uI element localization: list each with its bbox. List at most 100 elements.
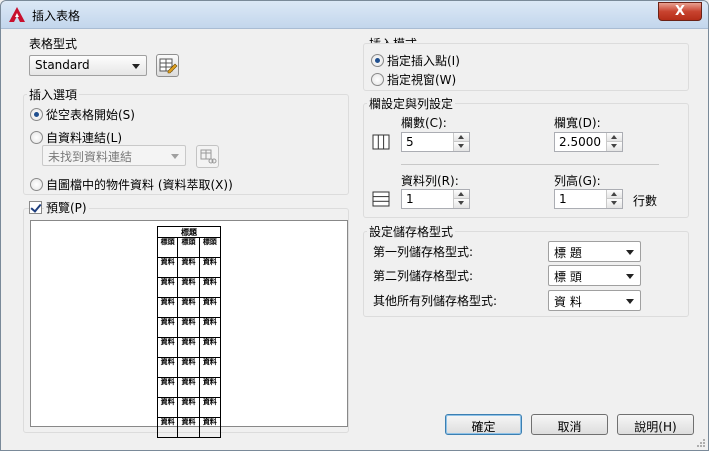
data-link-dropdown[interactable]: 未找到資料連結 <box>42 145 186 166</box>
specify-point-radio[interactable] <box>371 54 384 67</box>
close-button[interactable]: X <box>658 2 702 21</box>
preview-data-cell: 資料 <box>199 418 221 438</box>
chevron-down-icon <box>171 154 179 159</box>
second-row-style-label: 第二列儲存格型式: <box>373 269 474 283</box>
second-row-style-dropdown[interactable]: 標 頭 <box>548 265 641 286</box>
preview-table: 標題 標頭 標頭 標頭 資料 資料 資料 資料 資料 資料 資料 資料 資料 資料 資料 資料 資料 資料 資料資… <box>157 226 221 438</box>
column-width-spinner[interactable]: 2.5000 <box>554 132 623 152</box>
spin-down-icon[interactable] <box>453 142 469 151</box>
preview-data-row: 資料 資料 資料 <box>157 398 221 418</box>
cell-styles-group-title: 設定儲存格型式 <box>367 223 456 240</box>
preview-data-row: 資料 資料 資料 <box>157 318 221 338</box>
preview-data-row: 資料 資料 資料 <box>157 258 221 278</box>
row-height-spinner[interactable]: 1 <box>554 189 623 209</box>
from-objects-radio[interactable] <box>30 178 43 191</box>
from-objects-label[interactable]: 自圖檔中的物件資料 (資料萃取(X)) <box>46 176 233 193</box>
preview-data-row: 資料 資料 資料 <box>157 278 221 298</box>
specify-window-label[interactable]: 指定視窗(W) <box>387 71 456 88</box>
spin-down-icon[interactable] <box>453 199 469 208</box>
preview-data-cell: 資料 <box>199 358 221 378</box>
preview-header-row: 標頭 標頭 標頭 <box>157 238 221 258</box>
row-height-value: 1 <box>559 192 567 206</box>
row-height-label: 列高(G): <box>554 174 601 188</box>
other-rows-style-value: 資 料 <box>554 295 582 309</box>
preview-checkbox[interactable] <box>29 201 42 214</box>
second-row-style-value: 標 頭 <box>554 270 582 284</box>
preview-data-cell: 資料 <box>157 258 179 278</box>
preview-data-cell: 資料 <box>178 258 200 278</box>
preview-data-cell: 資料 <box>199 278 221 298</box>
autocad-logo-icon <box>9 7 25 22</box>
preview-data-cell: 資料 <box>157 318 179 338</box>
data-link-value: 未找到資料連結 <box>48 150 133 164</box>
table-style-group-title: 表格型式 <box>29 35 78 52</box>
columns-value: 5 <box>406 135 414 149</box>
ok-button[interactable]: 確定 <box>445 414 522 435</box>
first-row-style-label: 第一列儲存格型式: <box>373 245 474 259</box>
columns-spinner[interactable]: 5 <box>401 132 470 152</box>
insert-table-dialog: 插入表格 X 表格型式 Standard 插入選項 從空表格開始(S) 自資料連… <box>0 0 709 451</box>
chevron-down-icon <box>626 250 634 255</box>
preview-data-cell: 資料 <box>178 318 200 338</box>
preview-data-row: 資料 資料 資料 <box>157 378 221 398</box>
insert-options-group-title: 插入選項 <box>27 86 80 103</box>
columns-rows-group-title: 欄設定與列設定 <box>367 95 456 112</box>
resize-grip-icon[interactable] <box>696 438 706 448</box>
preview-data-row: 資料 資料 資料 <box>157 358 221 378</box>
row-height-unit: 行數 <box>633 194 658 208</box>
data-rows-label: 資料列(R): <box>401 174 459 188</box>
specify-window-radio[interactable] <box>371 73 384 86</box>
preview-data-cell: 資料 <box>178 298 200 318</box>
spin-down-icon[interactable] <box>606 199 622 208</box>
other-rows-style-dropdown[interactable]: 資 料 <box>548 290 641 311</box>
other-rows-style-label: 其他所有列儲存格型式: <box>373 294 498 308</box>
preview-data-cell: 資料 <box>199 298 221 318</box>
specify-point-label[interactable]: 指定插入點(I) <box>387 52 460 69</box>
spin-up-icon[interactable] <box>453 190 469 199</box>
data-rows-value: 1 <box>406 192 414 206</box>
preview-data-cell: 資料 <box>157 398 179 418</box>
preview-data-row: 資料 資料 資料 <box>157 338 221 358</box>
preview-data-row: 資料 資料 資料 <box>157 418 221 438</box>
first-row-style-dropdown[interactable]: 標 題 <box>548 241 641 262</box>
cancel-button[interactable]: 取消 <box>531 414 608 435</box>
preview-data-cell: 資料 <box>199 258 221 278</box>
preview-header-cell: 標頭 <box>157 238 179 258</box>
preview-data-cell: 資料 <box>157 358 179 378</box>
from-data-link-radio[interactable] <box>30 131 43 144</box>
data-link-manager-icon <box>200 149 217 164</box>
window-title: 插入表格 <box>32 9 81 23</box>
preview-title-cell: 標題 <box>157 226 221 238</box>
from-empty-label[interactable]: 從空表格開始(S) <box>46 106 135 123</box>
chevron-down-icon <box>626 299 634 304</box>
data-link-manager-button[interactable] <box>196 145 219 168</box>
column-width-label: 欄寬(D): <box>554 116 601 130</box>
preview-data-cell: 資料 <box>178 398 200 418</box>
preview-data-cell: 資料 <box>157 418 179 438</box>
data-rows-spinner[interactable]: 1 <box>401 189 470 209</box>
preview-data-cell: 資料 <box>157 378 179 398</box>
preview-label[interactable]: 預覽(P) <box>44 199 89 216</box>
from-empty-radio[interactable] <box>30 108 43 121</box>
preview-header-cell: 標頭 <box>178 238 200 258</box>
preview-data-cell: 資料 <box>178 358 200 378</box>
table-style-selected: Standard <box>35 58 90 72</box>
spin-up-icon[interactable] <box>606 133 622 142</box>
help-button[interactable]: 說明(H) <box>617 414 694 435</box>
table-style-dropdown[interactable]: Standard <box>29 55 147 76</box>
spin-up-icon[interactable] <box>606 190 622 199</box>
preview-data-cell: 資料 <box>157 338 179 358</box>
from-data-link-label[interactable]: 自資料連結(L) <box>46 129 122 146</box>
spin-down-icon[interactable] <box>606 142 622 151</box>
table-style-edit-icon <box>159 58 178 74</box>
preview-data-cell: 資料 <box>199 398 221 418</box>
preview-data-cell: 資料 <box>178 338 200 358</box>
preview-data-cell: 資料 <box>199 338 221 358</box>
close-icon: X <box>674 4 686 19</box>
preview-data-cell: 資料 <box>199 378 221 398</box>
preview-data-cell: 資料 <box>157 278 179 298</box>
table-style-edit-button[interactable] <box>156 54 179 77</box>
spin-up-icon[interactable] <box>453 133 469 142</box>
first-row-style-value: 標 題 <box>554 246 582 260</box>
rows-icon <box>372 191 390 207</box>
